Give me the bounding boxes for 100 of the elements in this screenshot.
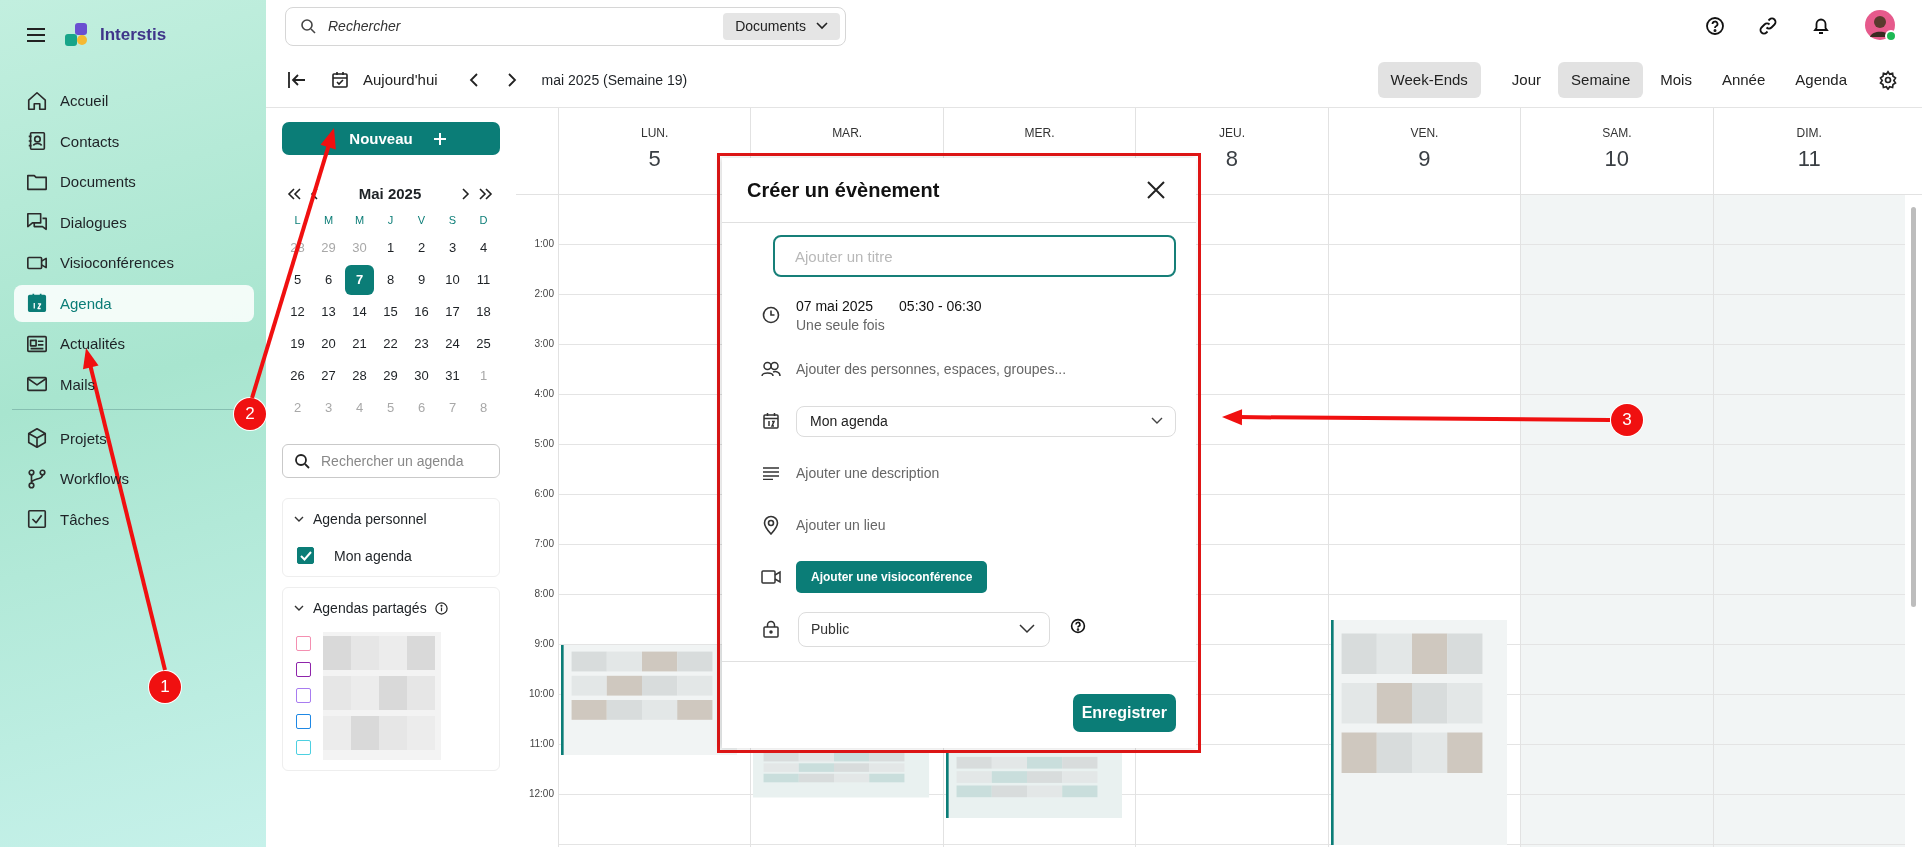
collapse-icon[interactable] [287,70,307,89]
calendar-day[interactable]: 13 [314,297,343,327]
bell-icon[interactable] [1811,16,1831,36]
next-month-icon[interactable] [460,186,470,201]
calendar-day[interactable]: 1 [376,233,405,263]
today-button[interactable]: Aujourd'hui [327,66,442,93]
section-header[interactable]: Agendas partagés [293,600,489,616]
hour-label: 1:00 [534,238,554,249]
calendar-day[interactable]: 27 [314,361,343,391]
calendar-day[interactable]: 23 [407,329,436,359]
calendar-day[interactable]: 22 [376,329,405,359]
month-title: Mai 2025 [357,185,423,202]
previous-icon[interactable] [467,71,480,88]
calendar-day[interactable]: 2 [407,233,436,263]
weekends-toggle[interactable]: Week-Ends [1377,61,1481,98]
nav-item[interactable]: Accueil [14,82,254,119]
calendar-day[interactable]: 18 [469,297,498,327]
help-icon[interactable] [1705,16,1725,36]
day-number[interactable]: 8 [1225,146,1239,172]
view-tab[interactable]: Jour [1498,61,1555,98]
view-tab[interactable]: Année [1708,61,1779,98]
view-tab[interactable]: Mois [1647,61,1705,98]
calendar-day[interactable]: 10 [438,265,467,295]
next-year-icon[interactable] [478,186,494,201]
weekday-label: M [322,213,335,228]
nav-item[interactable]: Agenda [14,284,254,322]
event-time[interactable]: 05:30 - 06:30 [899,297,982,314]
visio-button[interactable]: Ajouter une visioconférence [796,561,988,593]
calendar-day[interactable]: 3 [438,233,467,263]
calendar-day[interactable]: 8 [376,265,405,295]
agenda-select[interactable]: Mon agenda [796,405,1176,437]
calendar-day[interactable]: 5 [283,265,312,295]
event-date[interactable]: 07 mai 2025 [796,297,874,314]
save-button[interactable]: Enregistrer [1072,694,1176,732]
title-field[interactable]: Ajouter un titre [773,235,1176,277]
scope-dropdown[interactable]: Documents [723,12,840,40]
calendar-day[interactable]: 9 [407,265,436,295]
location-field[interactable]: Ajouter un lieu [796,517,1176,533]
contacts-icon [26,130,48,152]
search-field[interactable]: Rechercher Documents [285,6,846,46]
calendar-day[interactable]: 31 [438,361,467,391]
info-icon[interactable] [434,601,448,615]
day-number[interactable]: 5 [648,146,661,172]
colored-checkbox[interactable] [296,713,311,729]
checkbox[interactable] [297,547,314,564]
day-number[interactable]: 10 [1604,146,1630,172]
calendar-day[interactable]: 12 [283,297,312,327]
calendar-day[interactable]: 26 [283,361,312,391]
menu-icon[interactable] [26,27,46,43]
home-icon [26,89,48,112]
calendar-day[interactable]: 15 [376,297,405,327]
colored-checkbox[interactable] [296,661,311,677]
recurrence-label[interactable]: Une seule fois [796,316,982,333]
visibility-select[interactable]: Public [798,611,1050,647]
people-field[interactable]: Ajouter des personnes, espaces, groupes... [796,361,1176,377]
calendar-day[interactable]: 6 [314,265,343,295]
settings-icon[interactable] [1878,69,1898,90]
calendar-day[interactable]: 28 [345,361,374,391]
colored-checkbox[interactable] [296,687,311,703]
calendar-day[interactable]: 21 [345,329,374,359]
day-number[interactable]: 11 [1797,146,1821,172]
calendar-day[interactable]: 7 [345,265,374,295]
description-field[interactable]: Ajouter une description [796,465,1176,481]
weekday-label: MER. [1024,126,1055,140]
calendar-day[interactable]: 19 [283,329,312,359]
close-icon[interactable] [1146,180,1166,200]
new-button[interactable]: Nouveau [282,122,500,155]
nav-item[interactable]: Actualités [14,325,254,362]
help-icon[interactable] [1070,618,1086,634]
calendar-day[interactable]: 30 [407,361,436,391]
previous-year-icon[interactable] [286,186,302,201]
nav-item[interactable]: Documents [14,163,254,200]
hour-label: 4:00 [534,388,554,399]
day-number[interactable]: 9 [1418,146,1431,172]
agenda-search-field[interactable]: Rechercher un agenda [282,444,500,478]
colored-checkbox[interactable] [296,635,311,651]
view-tab[interactable]: Agenda [1782,61,1860,98]
calendar-day[interactable]: 11 [469,265,498,295]
nav-item[interactable]: Dialogues [14,203,254,241]
section-header[interactable]: Agenda personnel [293,511,489,527]
search-icon [300,18,316,34]
colored-checkbox[interactable] [296,739,311,755]
calendar-day[interactable]: 25 [469,329,498,359]
calendar-day[interactable]: 20 [314,329,343,359]
calendar-day[interactable]: 17 [438,297,467,327]
calendar-day[interactable]: 29 [376,361,405,391]
nav-item[interactable]: Tâches [14,500,254,538]
hour-label: 3:00 [534,338,554,349]
nav-item[interactable]: Visioconférences [14,244,254,281]
next-icon[interactable] [505,71,518,88]
nav-item[interactable]: Contacts [14,122,254,160]
calendar-day[interactable]: 4 [469,233,498,263]
hour-label: 7:00 [534,538,554,549]
avatar[interactable] [1864,9,1898,43]
calendar-day[interactable]: 24 [438,329,467,359]
calendar-day[interactable]: 16 [407,297,436,327]
previous-month-icon[interactable] [310,186,320,201]
calendar-day[interactable]: 14 [345,297,374,327]
link-icon[interactable] [1758,16,1778,36]
view-tab[interactable]: Semaine [1558,61,1644,98]
